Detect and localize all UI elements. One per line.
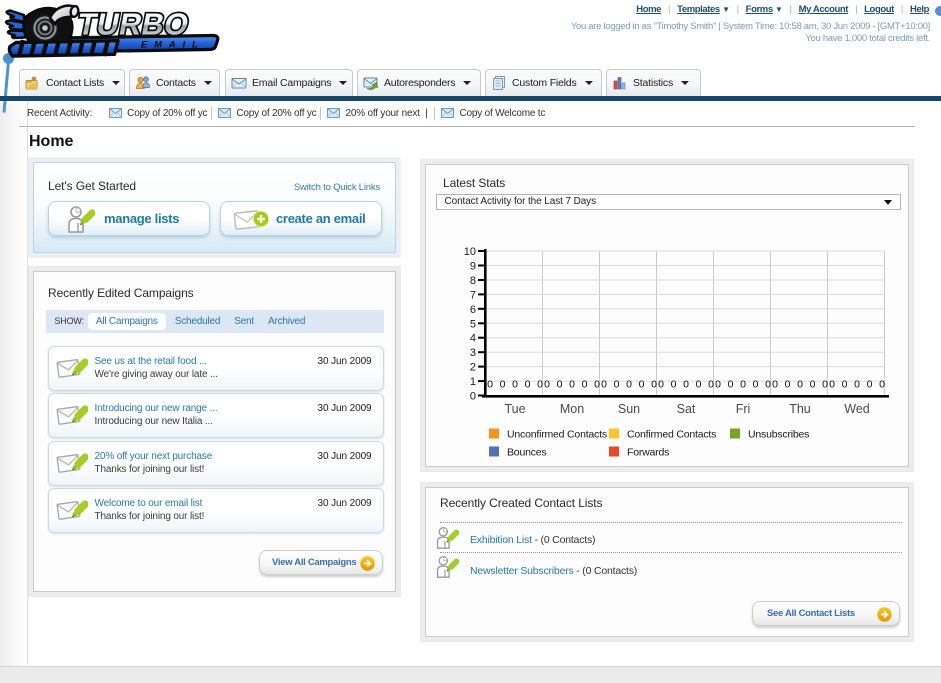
svg-text:5: 5 [470,318,476,330]
svg-text:10: 10 [464,246,476,258]
svg-text:0: 0 [582,379,588,391]
svg-text:0: 0 [557,379,563,391]
svg-text:Confirmed Contacts: Confirmed Contacts [627,429,716,441]
svg-text:0: 0 [626,379,632,391]
svg-text:0: 0 [810,379,816,391]
svg-text:0: 0 [594,379,600,391]
svg-text:0: 0 [470,391,476,403]
svg-text:Unsubscribes: Unsubscribes [748,429,809,441]
svg-text:Unconfirmed Contacts: Unconfirmed Contacts [507,429,607,441]
svg-text:Mon: Mon [560,402,584,416]
svg-text:0: 0 [829,379,835,391]
svg-text:0: 0 [671,379,677,391]
svg-text:0: 0 [512,379,518,391]
svg-text:0: 0 [708,379,714,391]
svg-text:0: 0 [740,379,746,391]
svg-text:0: 0 [525,379,531,391]
svg-text:Fri: Fri [736,402,751,416]
svg-text:8: 8 [470,275,476,287]
svg-text:TURBO: TURBO [75,7,193,42]
svg-text:0: 0 [601,379,607,391]
svg-text:0: 0 [683,379,689,391]
svg-text:0: 0 [728,379,734,391]
svg-text:0: 0 [715,379,721,391]
svg-text:3: 3 [470,347,476,359]
svg-text:7: 7 [470,289,476,301]
svg-text:0: 0 [867,379,873,391]
svg-text:4: 4 [470,333,476,345]
svg-text:0: 0 [822,379,828,391]
svg-text:0: 0 [879,379,885,391]
svg-text:0: 0 [639,379,645,391]
svg-text:Forwards: Forwards [627,447,669,459]
svg-text:Sat: Sat [677,402,696,416]
svg-text:0: 0 [614,379,620,391]
svg-text:0: 0 [651,379,657,391]
svg-text:0: 0 [658,379,664,391]
svg-text:6: 6 [470,304,476,316]
svg-text:0: 0 [772,379,778,391]
svg-text:Sun: Sun [618,402,640,416]
svg-text:0: 0 [765,379,771,391]
svg-text:2: 2 [470,362,476,374]
svg-text:0: 0 [753,379,759,391]
svg-text:0: 0 [854,379,860,391]
svg-text:0: 0 [797,379,803,391]
svg-text:0: 0 [487,379,493,391]
svg-text:9: 9 [470,261,476,273]
svg-text:Thu: Thu [789,402,811,416]
svg-text:0: 0 [537,379,543,391]
svg-text:0: 0 [500,379,506,391]
svg-text:0: 0 [842,379,848,391]
svg-text:0: 0 [569,379,575,391]
svg-text:Bounces: Bounces [507,447,546,459]
svg-text:1: 1 [470,376,476,388]
svg-text:Wed: Wed [844,402,870,416]
svg-text:Tue: Tue [504,402,525,416]
svg-text:0: 0 [785,379,791,391]
svg-text:0: 0 [544,379,550,391]
svg-text:0: 0 [696,379,702,391]
